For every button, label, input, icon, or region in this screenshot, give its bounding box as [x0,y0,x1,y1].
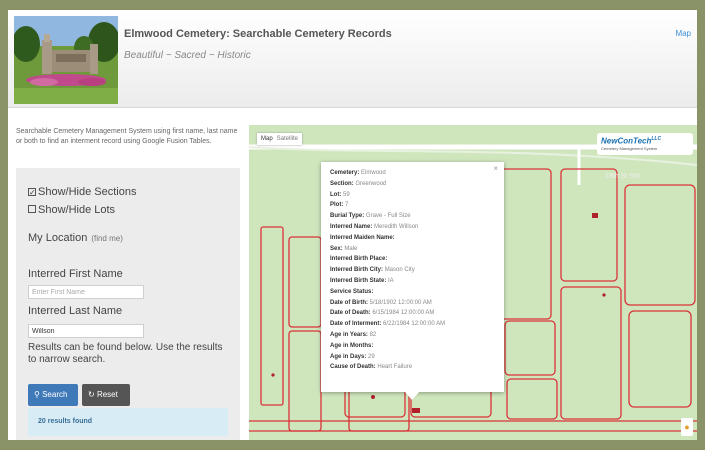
info-row: Age in Days: 29 [330,352,495,363]
info-key: Age in Years: [330,331,368,338]
info-row: Interred Birth Place: [330,254,495,265]
info-value: Greenwood [355,180,387,187]
brand-logo: NewConTechLLC Cemetery Management System [597,133,693,155]
info-key: Burial Type: [330,213,365,220]
nav-map-link[interactable]: Map [675,29,691,38]
info-key: Cemetery: [330,170,360,176]
info-row: Interred Name: Meredith Willson [330,222,495,233]
toggle-sections-label: Show/Hide Sections [38,186,137,198]
info-window-tail [405,392,419,400]
info-key: Lot: [330,191,342,198]
info-key: Interred Name: [330,223,373,230]
info-row: Service Status: [330,287,495,298]
info-value: 82 [369,331,377,338]
info-row: Interred Birth State: IA [330,276,495,287]
map-type-control[interactable]: Map Satellite [257,133,303,145]
search-button[interactable]: ⚲ Search [28,384,78,406]
info-value: Grave - Full Size [365,213,411,220]
map-type-satellite[interactable]: Satellite [277,136,298,142]
intro-text: Searchable Cemetery Management System us… [16,128,238,145]
info-value: Heart Failure [377,364,413,371]
toggle-sections-checkbox[interactable]: ✓ Show/Hide Sections [28,186,136,198]
info-row: Interred Maiden Name: [330,233,495,244]
toggle-lots-checkbox[interactable]: Show/Hide Lots [28,204,115,216]
info-key: Cause of Death: [330,364,376,371]
app-frame: Elmwood Cemetery: Searchable Cemetery Re… [8,10,697,440]
site-header: Elmwood Cemetery: Searchable Cemetery Re… [8,10,697,108]
info-row: Sex: Male [330,244,495,255]
info-row: Section: Greenwood [330,179,495,190]
info-key: Interred Birth City: [330,267,384,274]
info-row: Age in Years: 82 [330,330,495,341]
find-me-link[interactable]: (find me) [91,234,123,243]
info-value: 6/15/1984 12:00:00 AM [372,310,435,317]
info-key: Date of Interment: [330,321,382,328]
page-subtitle: Beautiful ~ Sacred ~ Historic [124,50,251,61]
info-row: Cemetery: Elmwood [330,168,495,179]
info-value: 5/18/1902 12:00:00 AM [369,299,432,306]
checkbox-checked-icon: ✓ [28,188,36,197]
info-key: Service Status: [330,288,374,295]
info-rows: Cemetery: Elmwood Section: Greenwood Lot: … [330,168,495,373]
info-key: Sex: [330,245,343,252]
brand-name: NewConTech [601,136,652,146]
my-location-label: My Location [28,232,88,244]
page-title: Elmwood Cemetery: Searchable Cemetery Re… [124,28,392,40]
info-value: Male [344,245,358,252]
last-name-label: Interred Last Name [28,305,123,317]
info-row: Interred Birth City: Mason City [330,265,495,276]
results-count: 20 results found [28,408,228,436]
info-value: 7 [345,202,349,209]
interment-info-window: × Cemetery: Elmwood Section: Greenwood Lot… [321,162,504,392]
info-key: Interred Birth Place: [330,256,388,263]
results-hint: Results can be found below. Use the resu… [28,342,223,365]
my-location: My Location (find me) [28,232,123,244]
info-row: Date of Birth: 5/18/1902 12:00:00 AM [330,298,495,309]
info-row: Plot: 7 [330,200,495,211]
first-name-label: Interred First Name [28,268,123,280]
info-value: Elmwood [361,170,386,176]
info-value: Mason City [384,267,415,274]
info-row: Cause of Death: Heart Failure [330,362,495,373]
checkbox-unchecked-icon [28,205,36,213]
search-panel: ✓ Show/Hide Sections Show/Hide Lots My Lo… [16,168,240,440]
last-name-input[interactable] [28,324,144,338]
info-key: Age in Months: [330,342,374,349]
info-value: IA [388,277,394,284]
info-value: Meredith Willson [374,223,419,230]
map-type-map[interactable]: Map [261,136,273,142]
street-label: 19th St SW [605,173,641,180]
brand-tagline: Cemetery Management System [601,145,658,151]
info-row: Date of Interment: 6/22/1984 12:00:00 AM [330,319,495,330]
reset-icon: ↻ [88,390,95,399]
toggle-lots-label: Show/Hide Lots [38,204,116,216]
reset-button-label: Reset [96,390,118,399]
info-row: Burial Type: Grave - Full Size [330,211,495,222]
cemetery-map[interactable]: Map Satellite NewConTechLLC Cemetery Mana… [249,125,697,440]
close-icon[interactable]: × [493,164,498,175]
search-button-label: Search [42,390,68,399]
info-row: Date of Death: 6/15/1984 12:00:00 AM [330,308,495,319]
info-key: Section: [330,180,354,187]
cemetery-photo [14,16,118,104]
reset-button[interactable]: ↻ Reset [82,384,130,406]
info-key: Date of Death: [330,310,371,317]
search-icon: ⚲ [34,390,40,399]
info-value: 59 [343,191,350,198]
info-value: 6/22/1984 12:00:00 AM [383,321,446,328]
pegman-icon[interactable]: ● [681,418,693,436]
info-key: Interred Birth State: [330,277,387,284]
info-row: Age in Months: [330,341,495,352]
info-row: Lot: 59 [330,190,495,201]
info-key: Age in Days: [330,353,367,360]
info-key: Date of Birth: [330,299,368,306]
info-key: Plot: [330,202,344,209]
brand-suffix: LLC [651,136,662,142]
first-name-input[interactable] [28,285,144,299]
info-key: Interred Maiden Name: [330,234,395,241]
info-value: 29 [368,353,375,360]
